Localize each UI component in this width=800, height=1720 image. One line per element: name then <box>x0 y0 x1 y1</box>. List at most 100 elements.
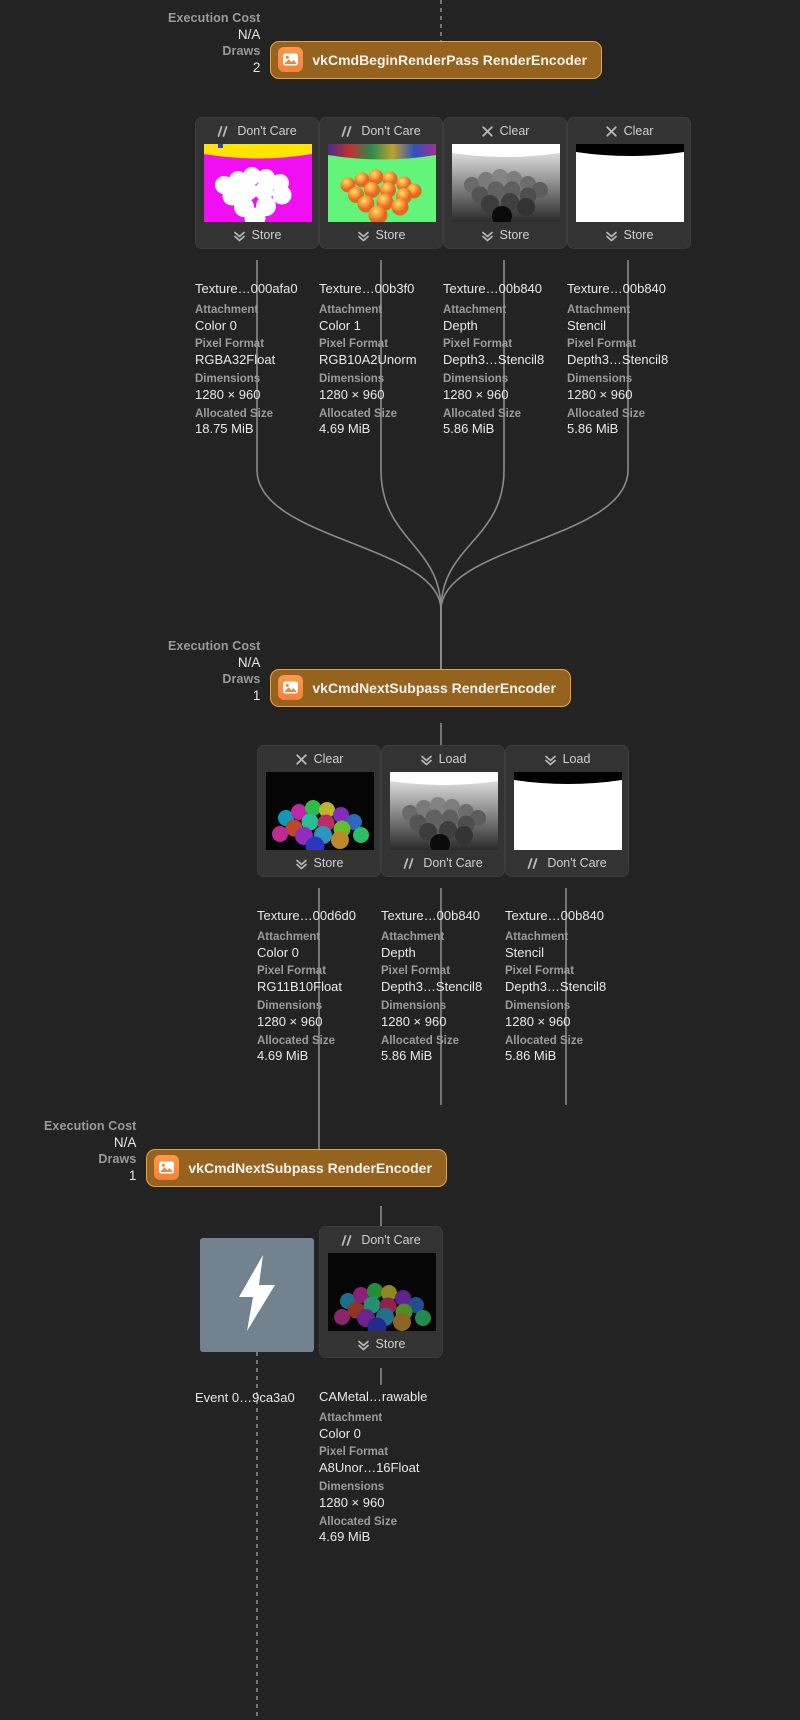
allocated-size-key: Allocated Size <box>319 407 397 420</box>
image-icon <box>154 1155 180 1181</box>
encoder-row-next-subpass-1[interactable]: Execution Cost N/A Draws 1 vkCmdNextSubp… <box>168 638 571 707</box>
attachment-thumbnail[interactable] <box>328 1253 436 1331</box>
load-action-label: Don't Care <box>237 124 297 138</box>
slashes-icon <box>403 857 417 870</box>
store-action-label: Store <box>375 1337 406 1351</box>
store-action-footer[interactable]: Store <box>568 222 690 248</box>
encoder-row-begin-render-pass[interactable]: Execution Cost N/A Draws 2 vkCmdBeginRen… <box>168 10 603 79</box>
store-action-footer[interactable]: Don't Care <box>506 850 628 876</box>
store-action-label: Don't Care <box>547 856 607 870</box>
dimensions-key: Dimensions <box>505 999 571 1012</box>
load-action-label: Don't Care <box>361 1233 421 1247</box>
dependency-graph-canvas[interactable]: Execution Cost N/A Draws 2 vkCmdBeginRen… <box>0 0 800 1720</box>
image-icon <box>278 47 304 73</box>
attachment-card[interactable]: Clear Store <box>257 745 381 877</box>
pixel-format-value: RGB10A2Unorm <box>319 352 417 368</box>
store-action-footer[interactable]: Store <box>196 222 318 248</box>
attachment-thumbnail[interactable] <box>204 144 312 222</box>
encoder-title: vkCmdNextSubpass RenderEncoder <box>188 1159 432 1176</box>
chevrons-down-icon <box>481 229 494 242</box>
store-action-footer[interactable]: Store <box>320 222 442 248</box>
slashes-icon <box>341 125 355 138</box>
attachment-value: Stencil <box>567 317 607 333</box>
encoder-bar-begin-render-pass[interactable]: vkCmdBeginRenderPass RenderEncoder <box>270 40 603 79</box>
draws-label: Draws <box>222 44 261 59</box>
attachment-value: Depth <box>381 944 416 960</box>
attachment-card[interactable]: Load Don't Care <box>381 745 505 877</box>
dimensions-key: Dimensions <box>319 372 385 385</box>
chevrons-down-icon <box>295 857 308 870</box>
attachment-thumbnail[interactable] <box>576 144 684 222</box>
texture-name: Texture…00b840 <box>443 281 543 296</box>
pixel-format-key: Pixel Format <box>257 965 327 978</box>
execution-cost-label: Execution Cost <box>44 1119 137 1133</box>
encoder-title: vkCmdBeginRenderPass RenderEncoder <box>312 51 588 68</box>
attachment-card[interactable]: Don't Care Store <box>319 117 443 249</box>
draws-value: 2 <box>252 60 261 76</box>
image-icon <box>278 675 304 701</box>
encoder-bar-next-subpass-2[interactable]: vkCmdNextSubpass RenderEncoder <box>146 1148 447 1187</box>
texture-name: Texture…00b840 <box>505 908 605 923</box>
attachment-thumbnail[interactable] <box>266 772 374 850</box>
store-action-label: Store <box>251 228 282 242</box>
texture-name: Texture…000afa0 <box>195 281 298 296</box>
attachment-key: Attachment <box>195 303 259 316</box>
attachment-card[interactable]: Don't Care Store <box>195 117 319 249</box>
pixel-format-key: Pixel Format <box>195 338 265 351</box>
pixel-format-key: Pixel Format <box>381 965 451 978</box>
attachment-value: Stencil <box>505 944 545 960</box>
store-action-footer[interactable]: Store <box>320 1331 442 1357</box>
attachment-details: CAMetal…rawable Attachment Color 0 Pixel… <box>319 1389 444 1549</box>
encoder-row-next-subpass-2[interactable]: Execution Cost N/A Draws 1 vkCmdNextSubp… <box>44 1118 447 1187</box>
store-action-footer[interactable]: Store <box>444 222 566 248</box>
event-tile[interactable] <box>200 1238 314 1352</box>
chevrons-down-icon <box>357 1338 370 1351</box>
attachment-card[interactable]: Clear Store <box>567 117 691 249</box>
load-action-header[interactable]: Load <box>382 746 504 772</box>
dimensions-value: 1280 × 960 <box>319 1494 385 1510</box>
load-action-label: Don't Care <box>361 124 421 138</box>
attachment-details: Texture…000afa0 Attachment Color 0 Pixel… <box>195 281 320 441</box>
attachment-card[interactable]: Clear Store <box>443 117 567 249</box>
load-action-header[interactable]: Don't Care <box>320 1227 442 1253</box>
attachment-card[interactable]: Don't Care Store <box>319 1226 443 1358</box>
attachment-details: Texture…00b3f0 Attachment Color 1 Pixel … <box>319 281 444 441</box>
load-action-header[interactable]: Don't Care <box>196 118 318 144</box>
execution-cost-label: Execution Cost <box>168 11 261 25</box>
store-action-footer[interactable]: Don't Care <box>382 850 504 876</box>
execution-cost-value: N/A <box>237 27 261 42</box>
texture-name: Texture…00b840 <box>381 908 481 923</box>
load-action-header[interactable]: Clear <box>568 118 690 144</box>
attachment-thumbnail[interactable] <box>452 144 560 222</box>
load-action-label: Clear <box>313 752 344 766</box>
attachment-key: Attachment <box>257 930 321 943</box>
pixel-format-key: Pixel Format <box>505 965 575 978</box>
attachment-thumbnail[interactable] <box>514 772 622 850</box>
store-action-footer[interactable]: Store <box>258 850 380 876</box>
encoder-bar-next-subpass-1[interactable]: vkCmdNextSubpass RenderEncoder <box>270 668 571 707</box>
encoder-stats: Execution Cost N/A Draws 1 <box>168 638 270 707</box>
execution-cost-value: N/A <box>237 655 261 670</box>
execution-cost-label: Execution Cost <box>168 639 261 653</box>
attachment-thumbnail[interactable] <box>328 144 436 222</box>
load-action-header[interactable]: Clear <box>444 118 566 144</box>
store-action-label: Store <box>499 228 530 242</box>
attachment-card[interactable]: Load Don't Care <box>505 745 629 877</box>
attachment-thumbnail[interactable] <box>390 772 498 850</box>
allocated-size-value: 4.69 MiB <box>319 421 371 437</box>
dimensions-key: Dimensions <box>443 372 509 385</box>
attachment-key: Attachment <box>319 303 383 316</box>
load-action-header[interactable]: Don't Care <box>320 118 442 144</box>
encoder-stats: Execution Cost N/A Draws 2 <box>168 10 270 79</box>
slashes-icon <box>341 1234 355 1247</box>
pixel-format-value: A8Unor…16Float <box>319 1460 420 1476</box>
allocated-size-key: Allocated Size <box>567 407 645 420</box>
load-action-header[interactable]: Load <box>506 746 628 772</box>
dimensions-value: 1280 × 960 <box>319 386 385 402</box>
load-action-label: Clear <box>623 124 654 138</box>
draws-value: 1 <box>252 688 261 704</box>
allocated-size-key: Allocated Size <box>505 1034 583 1047</box>
dimensions-value: 1280 × 960 <box>195 386 261 402</box>
allocated-size-value: 5.86 MiB <box>567 421 619 437</box>
load-action-header[interactable]: Clear <box>258 746 380 772</box>
